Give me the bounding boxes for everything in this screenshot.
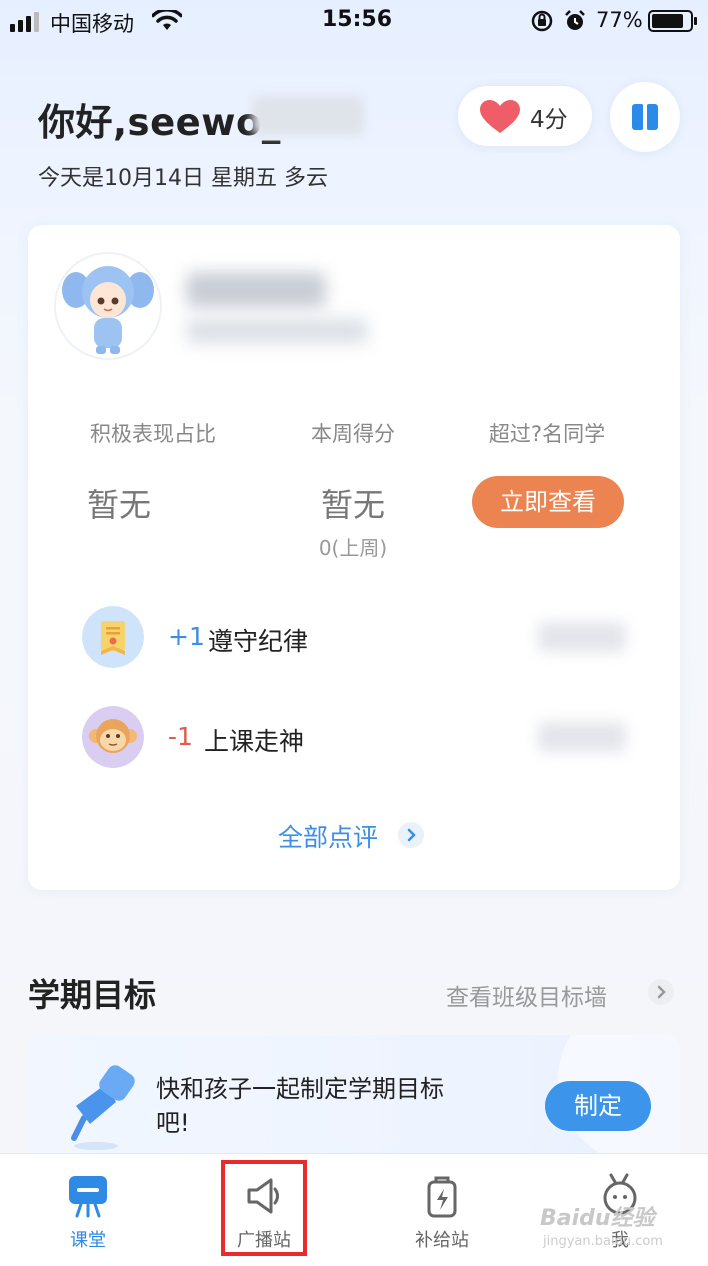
- stat-weekly-score-label: 本周得分: [311, 422, 395, 446]
- battery-percent: 77%: [596, 8, 643, 32]
- redacted-record-time: [538, 722, 626, 752]
- book-button[interactable]: [610, 82, 680, 152]
- classroom-icon: [69, 1176, 107, 1218]
- stat-rank-label: 超过?名同学: [488, 422, 606, 446]
- pin-icon: [71, 1065, 135, 1150]
- chevron-right-icon[interactable]: [648, 979, 674, 1005]
- status-bar: 中国移动 15:56 77%: [0, 0, 708, 44]
- carrier-name: 中国移动: [50, 12, 134, 36]
- redacted-student-name: [186, 272, 326, 308]
- tab-label: 补给站: [415, 1230, 469, 1251]
- badge-icon: [82, 606, 144, 668]
- score-value: 4分: [530, 107, 568, 133]
- signal-icon: [10, 12, 39, 32]
- view-now-button[interactable]: 立即查看: [472, 476, 624, 528]
- record-item-distracted[interactable]: [82, 706, 144, 772]
- chevron-right-icon[interactable]: [398, 822, 424, 848]
- redacted-class-info: [186, 318, 368, 344]
- tab-classroom[interactable]: 课堂: [28, 1174, 148, 1252]
- monkey-icon: [82, 706, 144, 768]
- date-weather-line: 今天是10月14日 星期五 多云: [38, 166, 328, 191]
- greeting: 你好,seewo_: [38, 101, 281, 144]
- orientation-lock-icon: [531, 10, 553, 32]
- score-badge[interactable]: 4分: [458, 86, 592, 146]
- highlight-box: [221, 1160, 307, 1256]
- tab-supply[interactable]: 补给站: [382, 1174, 502, 1252]
- elephant-avatar-icon: [62, 266, 154, 354]
- section-title-term-goals: 学期目标: [28, 976, 157, 1014]
- set-goal-button[interactable]: 制定: [545, 1081, 651, 1131]
- record-item-discipline[interactable]: [82, 606, 144, 672]
- goal-prompt: 快和孩子一起制定学期目标吧!: [156, 1075, 444, 1137]
- tab-label: 课堂: [70, 1230, 106, 1251]
- supply-icon: [427, 1176, 457, 1218]
- class-goal-wall-link[interactable]: 查看班级目标墙: [446, 978, 607, 1012]
- redacted-record-time: [538, 622, 626, 652]
- book-icon: [632, 104, 658, 130]
- record-text: 遵守纪律: [208, 627, 309, 656]
- stat-last-week-score: 0(上周): [318, 536, 388, 560]
- alarm-icon: [565, 10, 585, 30]
- heart-icon: [480, 100, 520, 133]
- wifi-icon: [152, 10, 182, 30]
- stat-positive-ratio-label: 积极表现占比: [90, 422, 216, 446]
- clock: 15:56: [322, 7, 393, 32]
- stat-weekly-score-value: 暂无: [320, 486, 385, 524]
- record-points: -1: [168, 722, 193, 751]
- student-avatar[interactable]: [56, 254, 160, 358]
- watermark-url: jingyan.baidu.com: [543, 1234, 663, 1249]
- stat-positive-ratio-value: 暂无: [86, 486, 151, 524]
- redacted-username: [252, 96, 364, 136]
- all-reviews-link[interactable]: 全部点评: [278, 818, 378, 854]
- watermark-brand: Baidu经验: [540, 1206, 655, 1231]
- record-text: 上课走神: [204, 727, 305, 756]
- battery-icon: [648, 10, 697, 32]
- record-points: +1: [168, 622, 205, 651]
